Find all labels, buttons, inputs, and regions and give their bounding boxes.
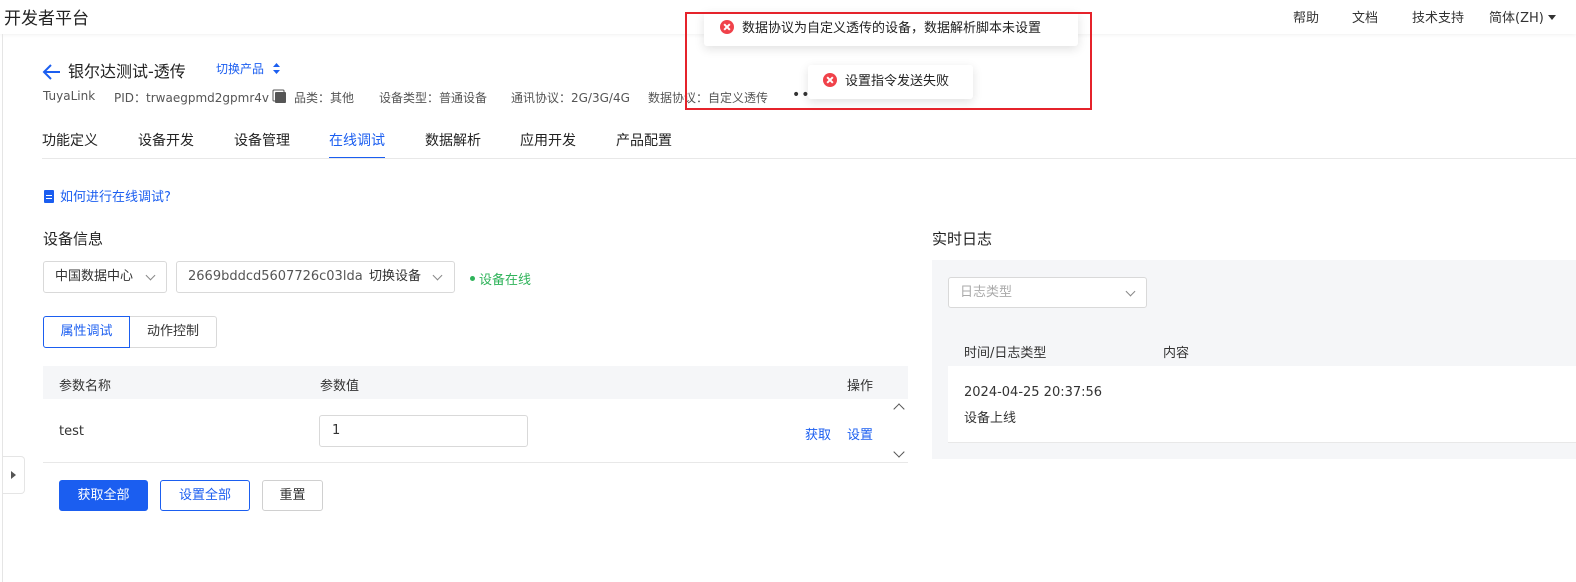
scroll-up-icon[interactable]	[893, 403, 905, 415]
tab-action-control[interactable]: 动作控制	[129, 316, 217, 348]
tab-feature-definition[interactable]: 功能定义	[42, 130, 98, 159]
document-icon	[44, 190, 54, 203]
sidebar-expand-button[interactable]	[3, 456, 25, 494]
datacenter-value: 中国数据中心	[55, 269, 134, 284]
tab-device-management[interactable]: 设备管理	[234, 130, 290, 159]
tabs-divider	[42, 158, 1576, 159]
log-row-divider	[948, 442, 1576, 443]
log-time: 2024-04-25 20:37:56	[964, 385, 1103, 400]
chevron-down-icon	[432, 270, 443, 281]
tab-data-parsing[interactable]: 数据解析	[425, 130, 481, 159]
chevron-down-icon	[145, 270, 156, 281]
device-select[interactable]: 2669bddcd5607726c03lda 切换设备	[176, 261, 455, 293]
col-time-type: 时间/日志类型	[964, 346, 1047, 361]
language-selector[interactable]: 简体(ZH)	[1489, 7, 1556, 26]
brand-title[interactable]: 开发者平台	[4, 4, 89, 29]
set-param-link[interactable]: 设置	[847, 424, 873, 443]
get-all-button[interactable]: 获取全部	[59, 480, 148, 511]
meta-device-type: 设备类型：普通设备	[379, 91, 488, 105]
param-value-input[interactable]: 1	[319, 415, 528, 447]
device-id: 2669bddcd5607726c03lda	[188, 269, 363, 284]
nav-support[interactable]: 技术支持	[1412, 7, 1464, 26]
language-label: 简体(ZH)	[1489, 11, 1544, 26]
caret-down-icon	[1547, 15, 1556, 20]
meta-category: 品类：其他	[294, 91, 355, 105]
copy-icon[interactable]	[275, 92, 286, 103]
scroll-down-icon[interactable]	[893, 446, 905, 458]
nav-docs[interactable]: 文档	[1352, 7, 1378, 26]
highlight-box	[685, 12, 1092, 110]
col-param-name: 参数名称	[59, 379, 112, 394]
get-param-link[interactable]: 获取	[805, 424, 831, 443]
device-info-title: 设备信息	[43, 230, 104, 248]
meta-pid: PID：trwaegpmd2gpmr4v	[114, 89, 286, 106]
switch-product-button[interactable]: 切换产品	[216, 60, 280, 77]
tab-product-config[interactable]: 产品配置	[616, 130, 672, 159]
log-type-placeholder: 日志类型	[960, 285, 1013, 300]
device-status: 设备在线	[470, 269, 531, 288]
help-link[interactable]: 如何进行在线调试?	[44, 186, 171, 205]
col-param-value: 参数值	[320, 379, 360, 394]
product-title: 银尔达测试-透传	[68, 62, 186, 81]
triangle-right-icon	[11, 471, 16, 479]
row-divider	[43, 462, 908, 463]
col-content: 内容	[1163, 346, 1190, 361]
set-all-button[interactable]: 设置全部	[160, 480, 250, 511]
pid-value: trwaegpmd2gpmr4v	[146, 91, 269, 105]
left-divider	[2, 34, 3, 582]
log-type-select[interactable]: 日志类型	[948, 277, 1147, 308]
nav-help[interactable]: 帮助	[1293, 7, 1319, 26]
switch-product-label: 切换产品	[216, 62, 265, 76]
datacenter-select[interactable]: 中国数据中心	[43, 261, 167, 293]
list-item: 2024-04-25 20:37:56 设备上线	[948, 366, 1576, 442]
log-type: 设备上线	[964, 411, 1017, 426]
switch-device-label: 切换设备	[369, 269, 422, 284]
back-arrow-icon[interactable]	[42, 62, 62, 82]
log-title: 实时日志	[932, 230, 993, 248]
param-table-header: 参数名称 参数值 操作	[43, 366, 908, 399]
meta-platform: TuyaLink	[43, 89, 96, 103]
log-table-header: 时间/日志类型 内容	[948, 333, 1576, 366]
reset-button[interactable]: 重置	[262, 480, 323, 511]
help-link-label: 如何进行在线调试?	[60, 190, 171, 205]
tab-device-development[interactable]: 设备开发	[138, 130, 194, 159]
col-operation: 操作	[847, 379, 874, 394]
tab-app-development[interactable]: 应用开发	[520, 130, 576, 159]
pid-label: PID：	[114, 91, 147, 105]
meta-comm-protocol: 通讯协议：2G/3G/4G	[511, 91, 630, 105]
status-dot-icon	[470, 276, 475, 281]
tab-property-debug[interactable]: 属性调试	[43, 316, 130, 348]
sort-icon	[272, 63, 280, 74]
status-label: 设备在线	[479, 273, 532, 288]
chevron-down-icon	[1125, 286, 1136, 297]
param-name: test	[59, 424, 84, 439]
tab-online-debug[interactable]: 在线调试	[329, 130, 385, 159]
